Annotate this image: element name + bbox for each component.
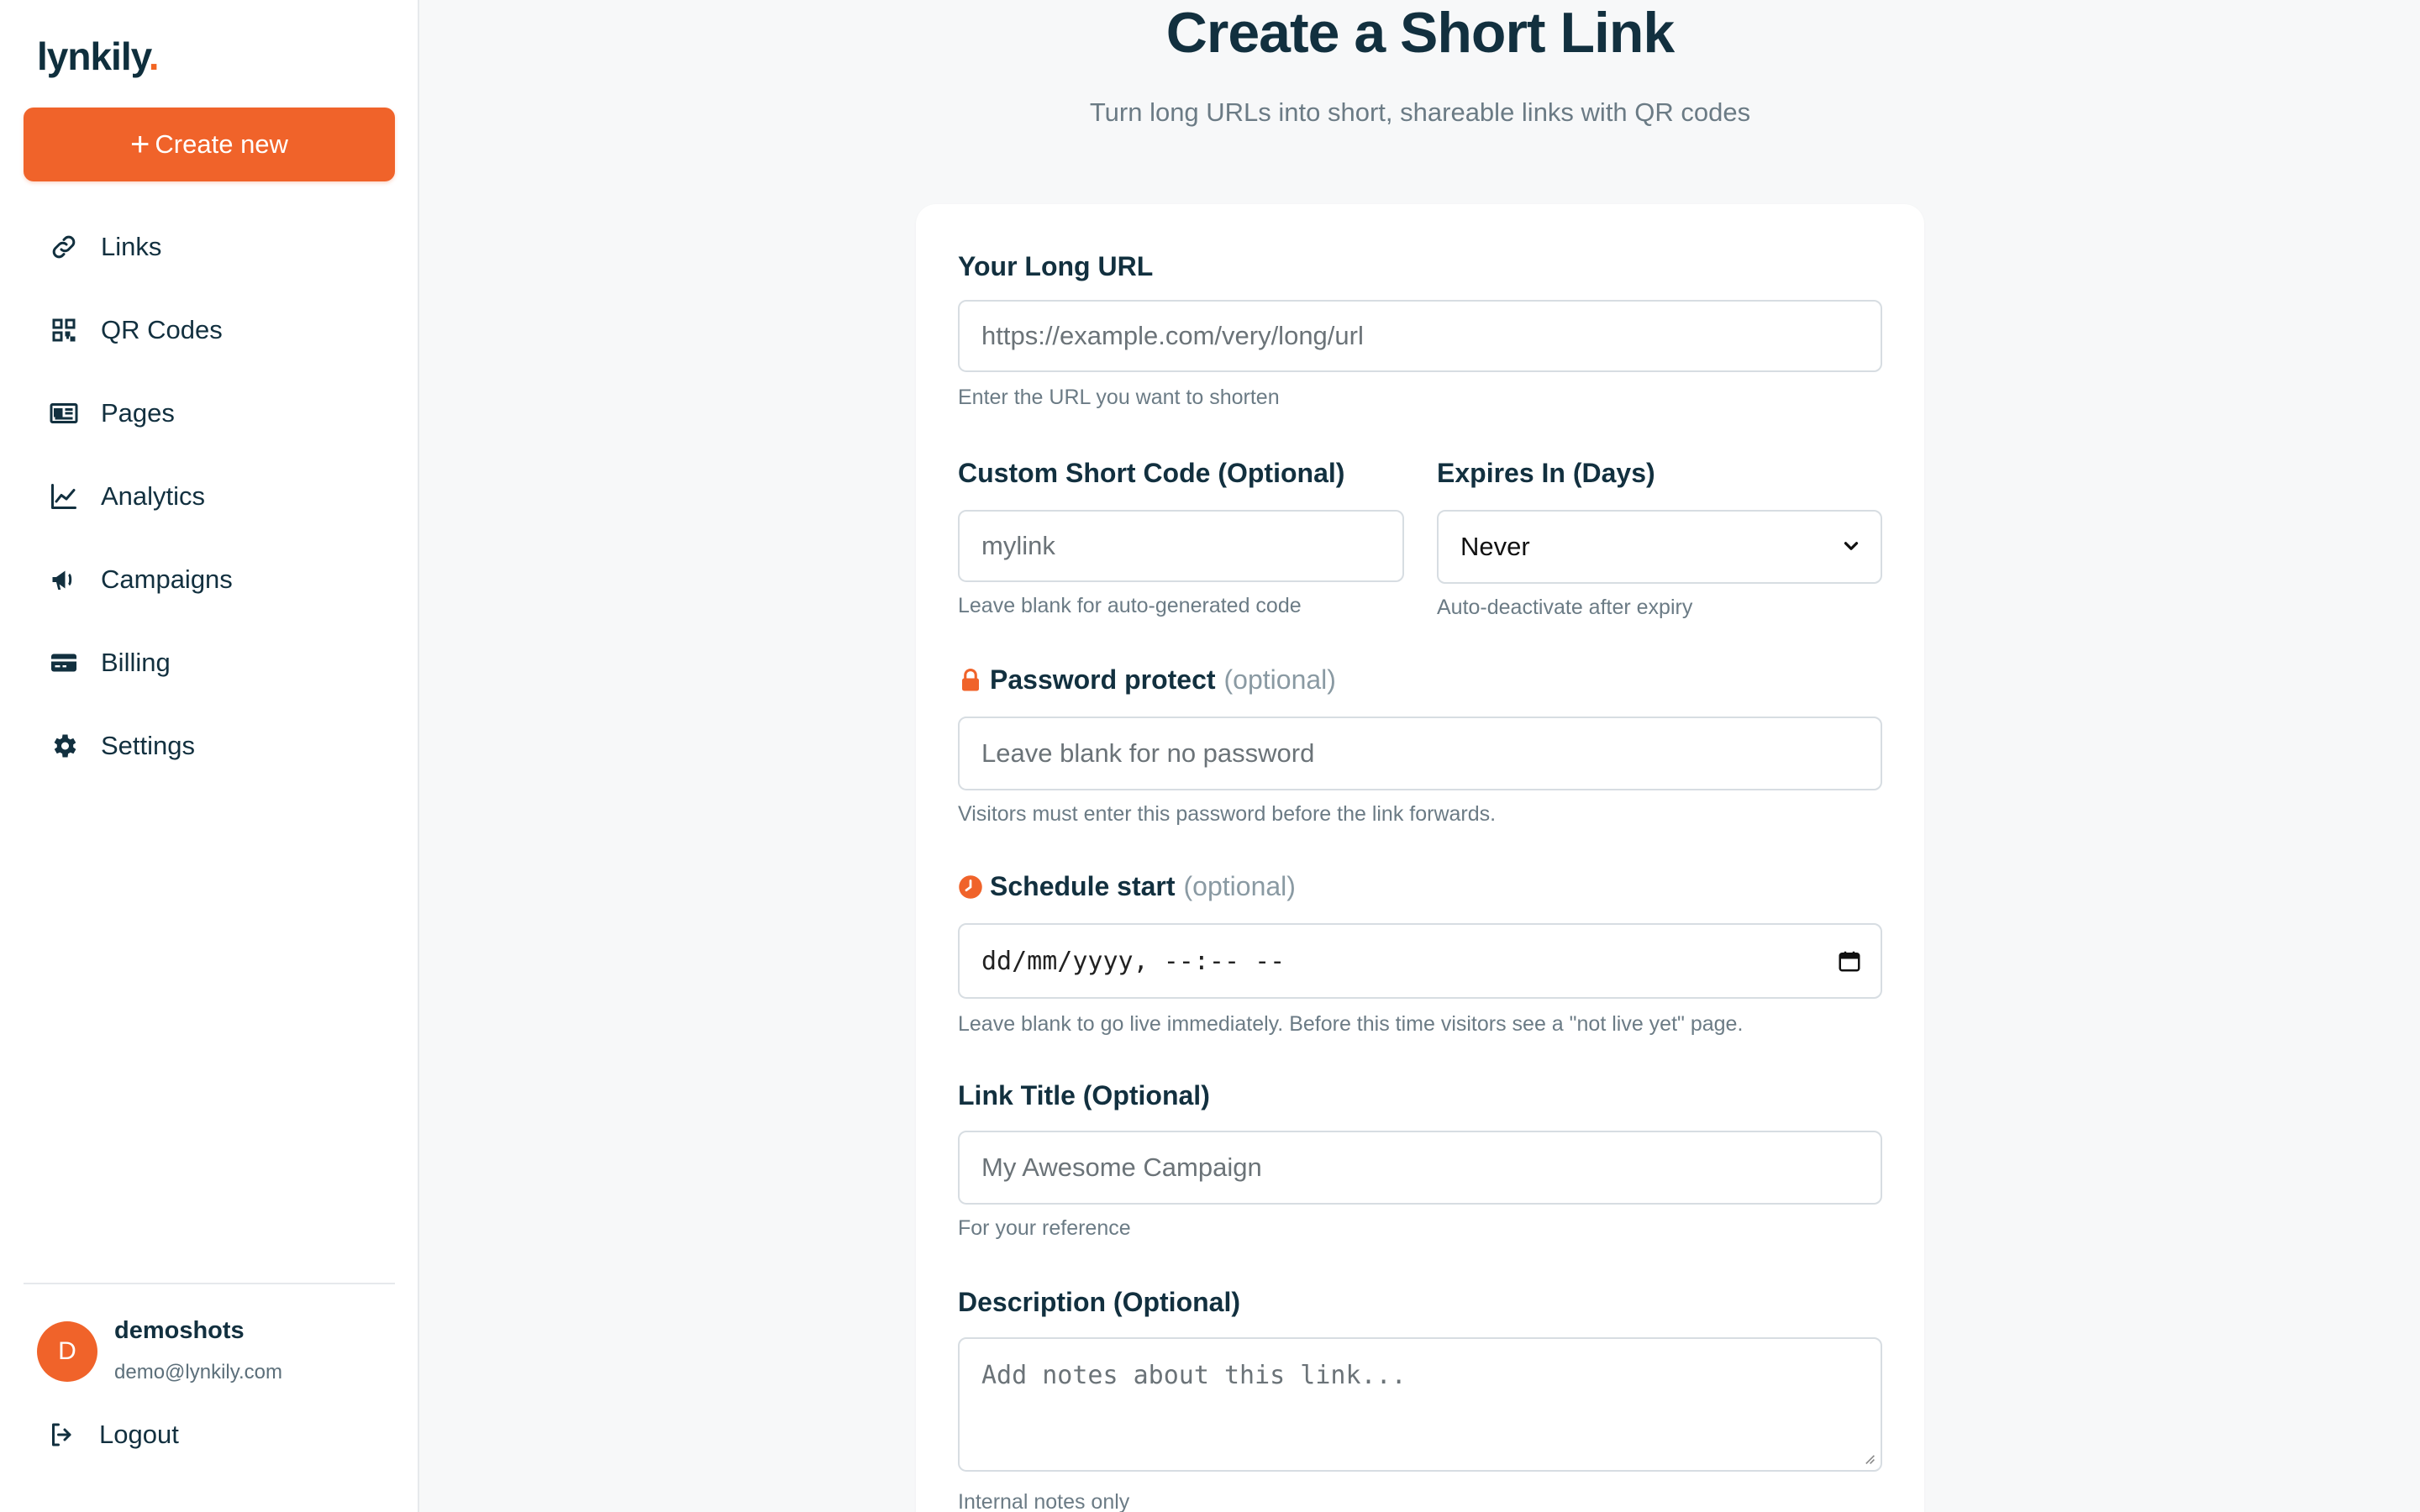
long-url-input[interactable]: https://example.com/very/long/url <box>958 300 1882 372</box>
schedule-label-text: Schedule start <box>990 871 1176 901</box>
long-url-placeholder: https://example.com/very/long/url <box>981 321 1364 350</box>
password-label: Password protect (optional) <box>958 664 1882 696</box>
credit-card-icon <box>47 646 81 680</box>
short-code-help: Leave blank for auto-generated code <box>958 594 1302 617</box>
sidebar-item-label: Analytics <box>101 480 206 511</box>
user-name: demoshots <box>114 1317 245 1344</box>
password-label-text: Password protect <box>990 664 1216 695</box>
password-help: Visitors must enter this password before… <box>958 802 1497 826</box>
create-new-label: Create new <box>155 129 288 159</box>
long-url-field: Your Long URL https://example.com/very/l… <box>958 251 1882 409</box>
long-url-help: Enter the URL you want to shorten <box>958 386 1280 409</box>
password-input[interactable]: Leave blank for no password <box>958 717 1882 790</box>
sidebar-divider <box>24 1283 395 1284</box>
sidebar-item-billing[interactable]: Billing <box>0 621 419 704</box>
password-placeholder: Leave blank for no password <box>981 738 1315 768</box>
short-code-placeholder: mylink <box>981 531 1055 560</box>
qr-code-icon <box>47 313 81 347</box>
avatar[interactable]: D <box>37 1321 97 1382</box>
sidebar-item-label: Links <box>101 231 162 261</box>
schedule-label: Schedule start (optional) <box>958 871 1882 902</box>
description-label: Description (Optional) <box>958 1287 1240 1317</box>
password-optional-tag: (optional) <box>1223 664 1336 695</box>
description-field: Description (Optional) Add notes about t… <box>958 1287 1882 1512</box>
sidebar: lynkily. + Create new Links QR Codes Pag… <box>0 0 419 1512</box>
calendar-icon[interactable] <box>1837 948 1862 974</box>
description-textarea[interactable]: Add notes about this link... <box>958 1337 1882 1472</box>
schedule-datetime-input[interactable]: dd/mm/yyyy, --:-- -- <box>958 923 1882 999</box>
short-code-label: Custom Short Code (Optional) <box>958 458 1345 488</box>
lock-icon <box>962 668 979 690</box>
long-url-label: Your Long URL <box>958 251 1154 281</box>
logout-button[interactable]: Logout <box>47 1420 179 1450</box>
page-title: Create a Short Link <box>1165 1 1676 65</box>
schedule-field: Schedule start (optional) dd/mm/yyyy, --… <box>958 871 1882 1036</box>
sidebar-item-label: Billing <box>101 647 171 677</box>
logout-icon <box>52 1423 71 1446</box>
link-title-field: Link Title (Optional) My Awesome Campaig… <box>958 1080 1882 1240</box>
sidebar-nav: Links QR Codes Pages Analytics Campaigns <box>0 205 419 787</box>
sidebar-item-analytics[interactable]: Analytics <box>0 454 419 538</box>
description-placeholder: Add notes about this link... <box>981 1361 1407 1390</box>
sidebar-item-qr-codes[interactable]: QR Codes <box>0 288 419 371</box>
analytics-icon <box>47 480 81 513</box>
link-title-help: For your reference <box>958 1216 1131 1240</box>
sidebar-item-settings[interactable]: Settings <box>0 704 419 787</box>
password-field: Password protect (optional) Leave blank … <box>958 664 1882 826</box>
link-icon <box>47 230 81 264</box>
chevron-down-icon <box>1844 542 1859 550</box>
schedule-optional-tag: (optional) <box>1183 871 1296 901</box>
sidebar-item-links[interactable]: Links <box>0 205 419 288</box>
user-email: demo@lynkily.com <box>114 1361 282 1383</box>
link-title-input[interactable]: My Awesome Campaign <box>958 1131 1882 1205</box>
expires-label: Expires In (Days) <box>1437 458 1655 488</box>
expires-help: Auto-deactivate after expiry <box>1437 596 1693 619</box>
expires-select[interactable]: Never <box>1437 510 1882 584</box>
create-new-button[interactable]: + Create new <box>24 108 395 181</box>
link-title-placeholder: My Awesome Campaign <box>981 1152 1262 1182</box>
sidebar-item-label: Settings <box>101 730 196 760</box>
schedule-value: dd/mm/yyyy, --:-- -- <box>981 946 1286 976</box>
description-help: Internal notes only <box>958 1490 1130 1512</box>
brand-logo[interactable]: lynkily. <box>37 34 160 79</box>
sidebar-item-campaigns[interactable]: Campaigns <box>0 538 419 621</box>
resize-grip-icon[interactable] <box>1862 1452 1876 1465</box>
schedule-help: Leave blank to go live immediately. Befo… <box>958 1012 1744 1036</box>
sidebar-item-label: QR Codes <box>101 314 223 344</box>
plus-icon: + <box>130 126 150 163</box>
sidebar-item-label: Campaigns <box>101 564 233 594</box>
megaphone-icon <box>47 563 81 596</box>
sidebar-item-pages[interactable]: Pages <box>0 371 419 454</box>
page-subtitle: Turn long URLs into short, shareable lin… <box>1089 97 1751 127</box>
short-code-input[interactable]: mylink <box>958 510 1404 582</box>
link-title-label: Link Title (Optional) <box>958 1080 1210 1110</box>
expires-field: Expires In (Days) Never Auto-deactivate … <box>1437 458 1882 619</box>
logout-label: Logout <box>99 1420 179 1449</box>
clock-icon <box>959 874 982 899</box>
sidebar-item-label: Pages <box>101 397 175 428</box>
expires-value: Never <box>1460 532 1530 561</box>
create-link-form: Your Long URL https://example.com/very/l… <box>916 204 1924 1512</box>
pages-icon <box>47 396 81 430</box>
short-code-field: Custom Short Code (Optional) mylink Leav… <box>958 458 1404 617</box>
gear-icon <box>47 729 81 763</box>
